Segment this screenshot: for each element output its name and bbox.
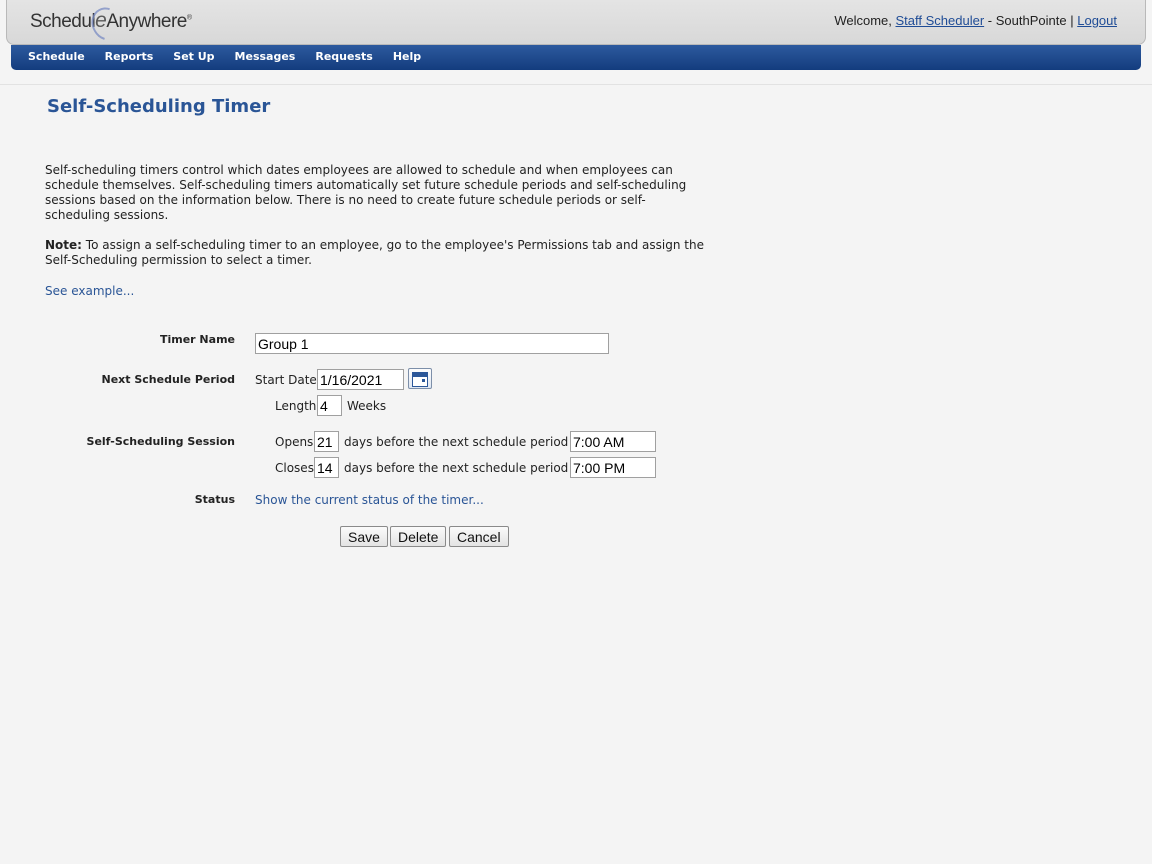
closes-time-input[interactable] — [570, 457, 656, 478]
length-input[interactable] — [317, 395, 342, 416]
note-text: To assign a self-scheduling timer to an … — [45, 238, 704, 267]
start-date-input[interactable] — [317, 369, 404, 390]
note-paragraph: Note: To assign a self-scheduling timer … — [45, 238, 705, 268]
opens-label: Opens — [275, 435, 314, 449]
nav-messages[interactable]: Messages — [235, 45, 296, 69]
nav-setup[interactable]: Set Up — [173, 45, 214, 69]
logo-swoosh-icon — [85, 1, 129, 47]
user-profile-link[interactable]: Staff Scheduler — [896, 13, 985, 28]
closes-label: Closes — [275, 461, 314, 475]
timer-name-input[interactable] — [255, 333, 609, 354]
start-date-label: Start Date — [255, 373, 317, 387]
see-example-link[interactable]: See example... — [45, 284, 134, 298]
calendar-icon-dot — [422, 379, 425, 382]
next-schedule-period-label: Next Schedule Period — [101, 373, 236, 386]
page-title: Self-Scheduling Timer — [47, 96, 271, 117]
header-divider — [0, 84, 1152, 85]
cancel-button[interactable]: Cancel — [449, 526, 509, 547]
main-nav: Schedule Reports Set Up Messages Request… — [11, 45, 1141, 70]
opens-days-input[interactable] — [314, 431, 339, 452]
scheduleanywhere-logo[interactable]: ScheduleAnywhere® — [30, 1, 192, 47]
logout-link[interactable]: Logout — [1077, 13, 1117, 28]
nav-help[interactable]: Help — [393, 45, 421, 69]
note-label: Note: — [45, 238, 82, 252]
top-header: ScheduleAnywhere® Welcome, Staff Schedul… — [6, 0, 1146, 47]
registered-mark: ® — [186, 14, 192, 22]
nav-requests[interactable]: Requests — [315, 45, 372, 69]
closes-days-input[interactable] — [314, 457, 339, 478]
show-status-link[interactable]: Show the current status of the timer... — [255, 493, 484, 507]
length-unit: Weeks — [347, 399, 387, 413]
self-scheduling-session-label: Self-Scheduling Session — [86, 435, 235, 448]
calendar-icon-body — [412, 376, 428, 387]
user-info: Welcome, Staff Scheduler - SouthPointe |… — [834, 13, 1117, 28]
timer-name-label: Timer Name — [159, 333, 235, 346]
intro-paragraph: Self-scheduling timers control which dat… — [45, 163, 687, 222]
length-label: Length — [275, 399, 317, 413]
status-label: Status — [194, 493, 235, 506]
opens-time-input[interactable] — [570, 431, 656, 452]
delete-button[interactable]: Delete — [390, 526, 447, 547]
logo-text-part1: Schedul — [30, 11, 96, 32]
calendar-picker-button[interactable] — [408, 368, 432, 389]
separator-dash: - — [987, 13, 993, 28]
location-name: SouthPointe — [995, 13, 1067, 28]
nav-schedule[interactable]: Schedule — [28, 45, 85, 69]
nav-reports[interactable]: Reports — [105, 45, 154, 69]
separator-pipe: | — [1070, 13, 1074, 28]
welcome-text: Welcome, — [834, 13, 892, 28]
save-button[interactable]: Save — [340, 526, 388, 547]
opens-description: days before the next schedule period at — [344, 435, 585, 449]
closes-description: days before the next schedule period at — [344, 461, 585, 475]
